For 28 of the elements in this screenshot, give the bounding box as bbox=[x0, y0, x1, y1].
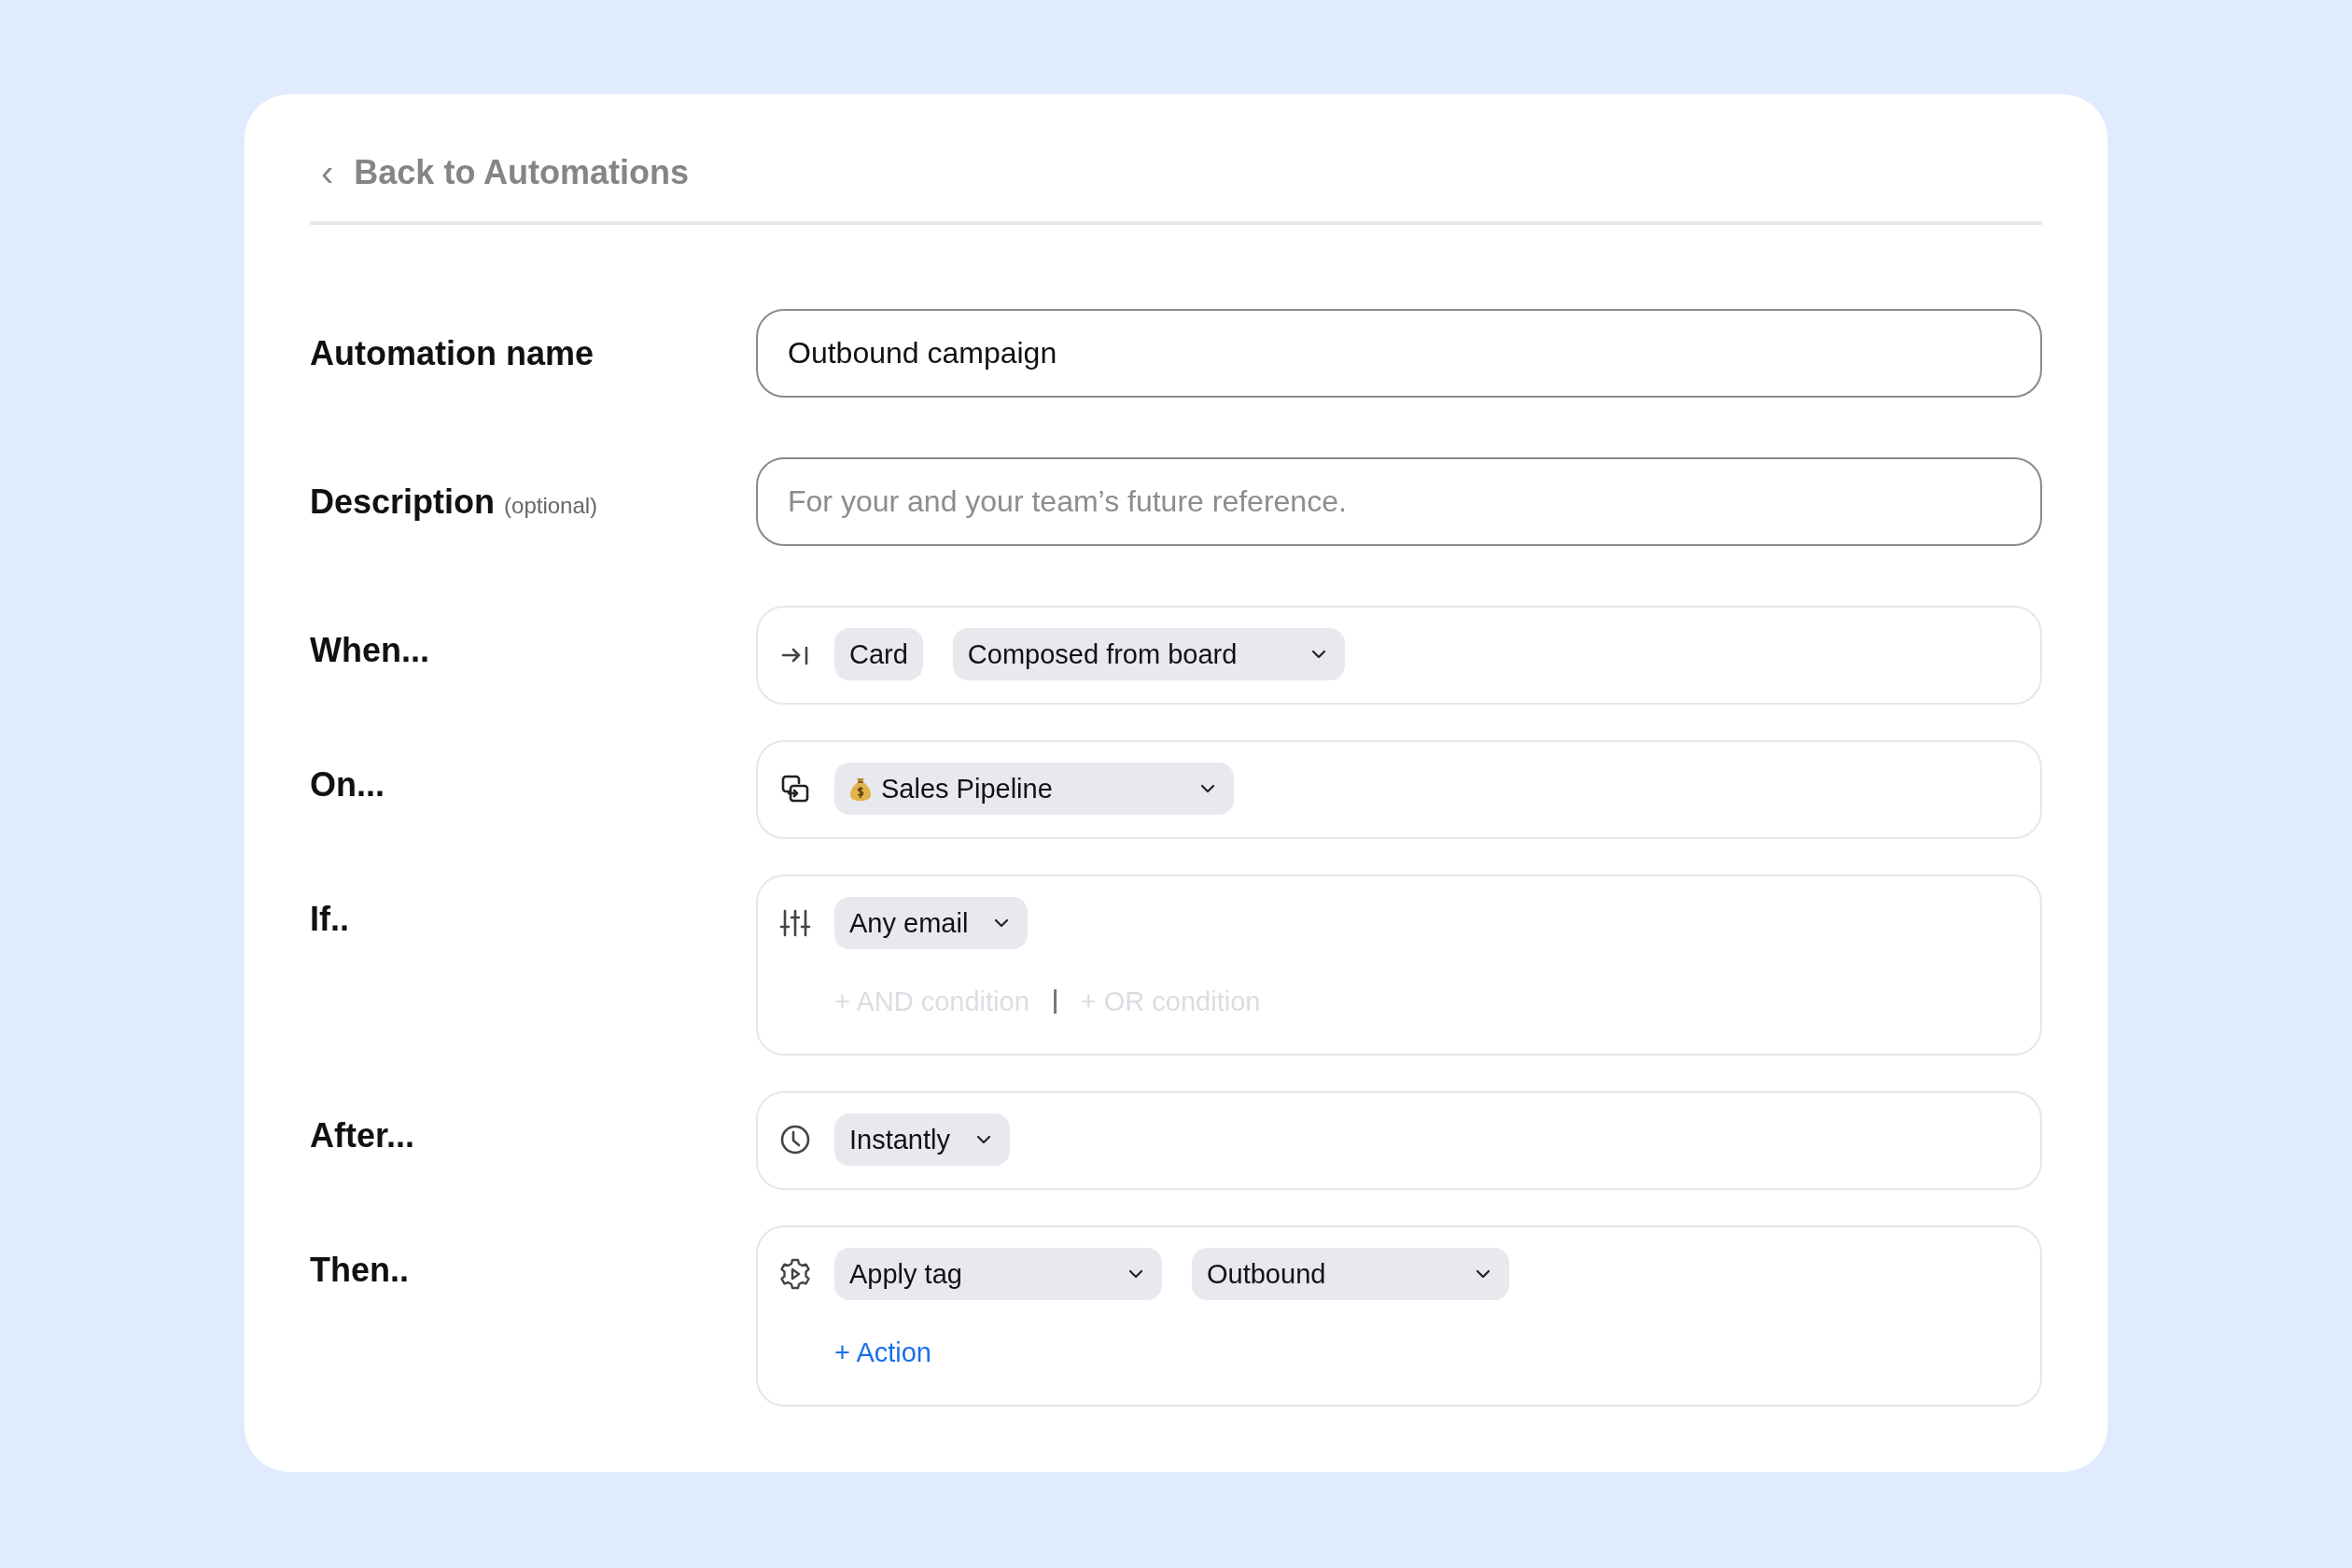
step-label: Then.. bbox=[310, 1250, 409, 1291]
chevron-down-icon bbox=[1128, 1269, 1143, 1279]
step-label: If.. bbox=[310, 899, 349, 940]
field-label: Automation name bbox=[310, 333, 594, 374]
money-bag-icon bbox=[849, 776, 872, 802]
field-label: Description bbox=[310, 482, 496, 523]
gear-play-icon bbox=[778, 1257, 812, 1291]
step-label: When... bbox=[310, 630, 429, 671]
dropdown-chip[interactable]: Outbound bbox=[1192, 1248, 1509, 1300]
chip: Card bbox=[834, 628, 923, 680]
add-link[interactable]: + Action bbox=[834, 1337, 931, 1368]
chevron-down-icon bbox=[1310, 650, 1326, 659]
back-link[interactable]: ‹ Back to Automations bbox=[310, 135, 690, 210]
dropdown-chip[interactable]: Apply tag bbox=[834, 1248, 1162, 1300]
step-label: After... bbox=[310, 1115, 415, 1156]
step-label: On... bbox=[310, 764, 385, 805]
dropdown-chip[interactable]: Composed from board bbox=[952, 628, 1345, 680]
dropdown-chip[interactable]: Instantly bbox=[834, 1113, 1010, 1166]
chevron-down-icon bbox=[976, 1135, 991, 1144]
name-input-field[interactable]: Outbound campaign bbox=[756, 309, 2042, 398]
optional-hint: (optional) bbox=[504, 493, 598, 519]
dropdown-chip[interactable]: Any email bbox=[834, 897, 1029, 949]
chevron-down-icon bbox=[1476, 1269, 1491, 1279]
chevron-down-icon bbox=[994, 918, 1010, 928]
chevron-down-icon bbox=[1200, 784, 1215, 793]
dropdown-chip[interactable]: Sales Pipeline bbox=[834, 763, 1234, 815]
clock-icon bbox=[778, 1123, 812, 1156]
description-input-field[interactable]: For your and your team’s future reference. bbox=[756, 457, 2042, 546]
